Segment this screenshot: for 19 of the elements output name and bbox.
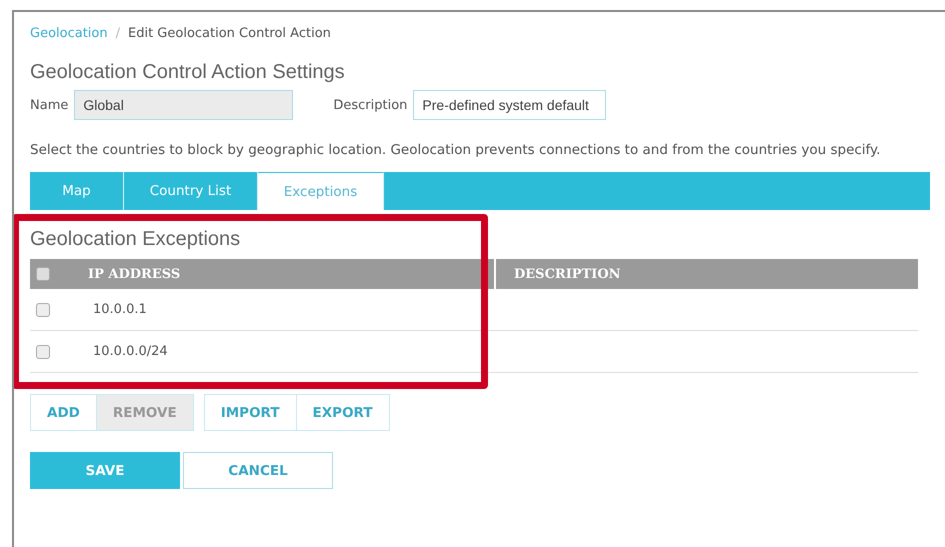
row-checkbox[interactable] — [36, 302, 50, 316]
field-label: Name — [30, 98, 68, 112]
column-header: DESCRIPTION — [494, 259, 918, 289]
field-label: Description — [333, 98, 408, 112]
select-all-checkbox[interactable] — [36, 267, 50, 281]
breadcrumb-link[interactable]: Geolocation — [30, 26, 108, 41]
tab[interactable]: Exceptions — [258, 172, 384, 210]
column-header: IP ADDRESS — [87, 266, 182, 284]
cancel-button[interactable]: CANCEL — [183, 452, 333, 489]
page-title: Geolocation Control Action Settings — [30, 61, 346, 84]
ip-address: 10.0.0.0/24 — [92, 344, 169, 359]
row-checkbox[interactable] — [36, 344, 50, 358]
save-button[interactable]: SAVE — [30, 452, 180, 489]
breadcrumb-separator: / — [116, 26, 120, 41]
text-field[interactable]: Pre-defined system default — [413, 90, 606, 120]
intro-text: Select the countries to block by geographic location. Geolocation prevents connections to and from the countries you specify. — [30, 142, 882, 158]
section-title: Geolocation Exceptions — [30, 227, 242, 251]
ip-address: 10.0.0.1 — [92, 302, 148, 317]
breadcrumb-current: Edit Geolocation Control Action — [128, 26, 331, 41]
